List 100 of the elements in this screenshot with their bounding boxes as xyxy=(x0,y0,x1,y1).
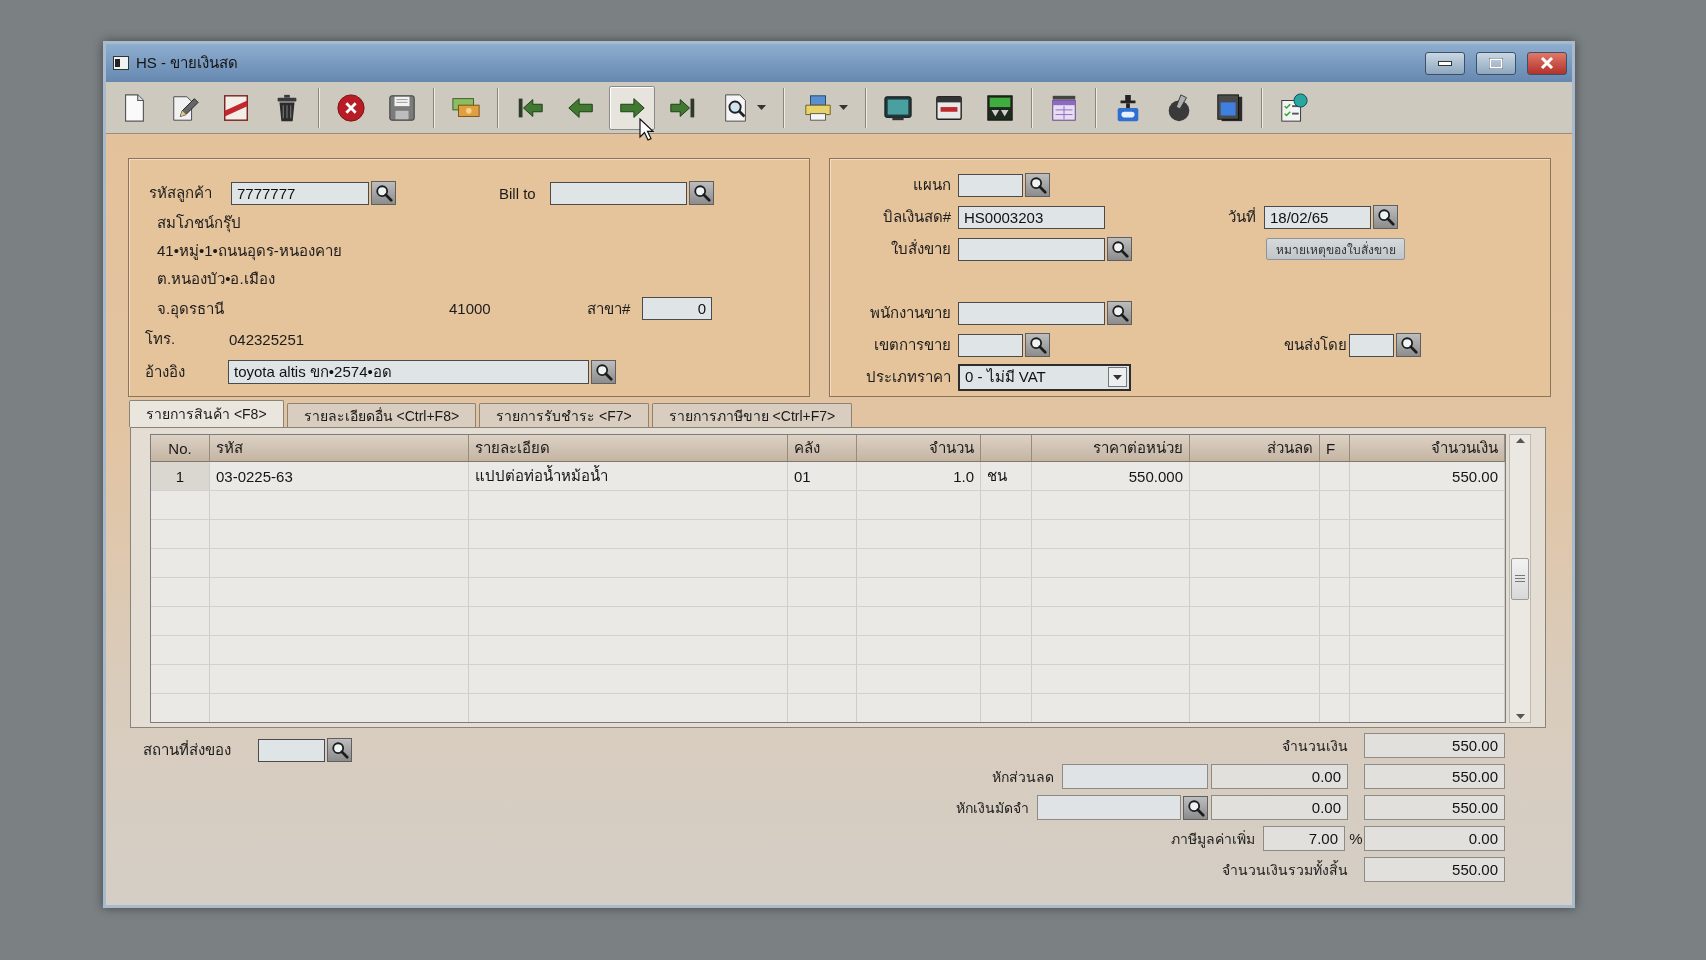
field-label: โทร. xyxy=(145,329,176,349)
search-button[interactable] xyxy=(1025,173,1050,197)
next-button[interactable] xyxy=(609,85,655,130)
minimize-button[interactable] xyxy=(1425,51,1465,75)
total-value: 550.00 xyxy=(1364,857,1505,882)
reference-field[interactable]: toyota altis ขก•2574•อด xyxy=(228,360,589,384)
search-button[interactable] xyxy=(1396,333,1421,357)
search-button[interactable] xyxy=(1183,795,1208,820)
total-value: 0.00 xyxy=(1364,826,1505,851)
dropdown-button[interactable] xyxy=(1108,367,1127,387)
field-label: บิลเงินสด# xyxy=(882,207,951,227)
table-cell: ชน xyxy=(981,462,1032,490)
delivery-place-field[interactable] xyxy=(258,738,325,762)
column-header: รายละเอียด xyxy=(469,435,788,461)
scroll-up-icon[interactable] xyxy=(1515,438,1525,443)
postcode: 41000 xyxy=(449,300,491,317)
cancel-icon xyxy=(336,92,366,123)
search-icon xyxy=(594,363,613,381)
total-label: จำนวนเงิน xyxy=(1282,736,1348,756)
search-icon xyxy=(692,184,711,202)
search-button[interactable] xyxy=(327,738,352,762)
address-line: จ.อุดรธานี xyxy=(157,298,225,321)
field-label: แผนก xyxy=(913,175,951,195)
salesperson-field[interactable] xyxy=(958,301,1105,325)
order-note-button[interactable]: หมายเหตุของใบสั่งขาย xyxy=(1266,238,1405,260)
scroll-down-icon[interactable] xyxy=(1515,714,1525,719)
deduction-input-field[interactable] xyxy=(1037,795,1181,820)
search-icon xyxy=(374,184,393,202)
field-label: อ้างอิง xyxy=(145,362,185,382)
bill-to-field[interactable] xyxy=(550,181,687,205)
crossed-out-document-icon xyxy=(221,92,251,123)
window-title: HS - ขายเงินสด xyxy=(136,53,239,73)
total-label: ภาษีมูลค่าเพิ่ม xyxy=(1171,829,1255,850)
shipping-field[interactable] xyxy=(1349,333,1394,357)
close-button[interactable] xyxy=(1527,51,1567,75)
scrollbar-thumb[interactable] xyxy=(1511,557,1529,600)
field-label: รหัสลูกค้า xyxy=(149,183,212,204)
grip-icon xyxy=(1515,575,1525,582)
column-header: รหัส xyxy=(210,435,469,461)
tab[interactable]: รายละเอียดอื่น <Ctrl+F8> xyxy=(286,403,477,427)
deduction-amount: 0.00 xyxy=(1211,764,1348,789)
field-label: วันที่ xyxy=(1228,206,1256,227)
field-label: ประเภทราคา xyxy=(866,367,951,387)
maximize-button[interactable] xyxy=(1476,51,1516,75)
address-line: 41•หมู่•1•ถนนอุดร-หนองคาย xyxy=(157,241,342,263)
maximize-icon xyxy=(1489,57,1503,69)
column-header: No. xyxy=(151,435,210,461)
table-cell: 01 xyxy=(788,462,857,490)
close-icon xyxy=(1540,57,1554,69)
department-field[interactable] xyxy=(958,173,1023,197)
sales-area-field[interactable] xyxy=(958,333,1023,357)
field-label: สาขา# xyxy=(587,298,631,319)
percent-sign: % xyxy=(1349,830,1363,847)
column-header: คลัง xyxy=(788,435,857,461)
search-button[interactable] xyxy=(1373,205,1398,229)
tab[interactable]: รายการภาษีขาย <Ctrl+F7> xyxy=(651,403,853,427)
customer-code-field[interactable]: 7777777 xyxy=(231,181,369,205)
column-header: จำนวน xyxy=(857,435,981,461)
field-label: Bill to xyxy=(499,184,536,202)
field-label: เขตการขาย xyxy=(874,335,951,355)
table-cell: แปปต่อท่อน้ำหม้อน้ำ xyxy=(469,462,788,490)
search-button[interactable] xyxy=(1107,301,1132,325)
table-cell: 1.0 xyxy=(857,462,981,490)
bill-number-field[interactable]: HS0003203 xyxy=(958,205,1105,229)
field-label: สถานที่ส่งของ xyxy=(143,739,231,760)
branch-field[interactable]: 0 xyxy=(642,297,712,320)
column-header: ราคาต่อหน่วย xyxy=(1032,435,1190,461)
search-icon xyxy=(1376,208,1395,226)
table-cell: 550.00 xyxy=(1350,462,1505,490)
search-button[interactable] xyxy=(591,360,616,384)
scrollbar[interactable] xyxy=(1509,434,1531,723)
tab[interactable]: รายการสินค้า <F8> xyxy=(129,400,284,427)
total-label: จำนวนเงินรวมทั้งสิ้น xyxy=(1222,859,1348,880)
search-icon xyxy=(1110,240,1129,258)
search-button[interactable] xyxy=(371,181,396,205)
total-label: หักเงินมัดจำ xyxy=(956,798,1029,818)
sales-order-field[interactable] xyxy=(958,237,1105,261)
total-value: 550.00 xyxy=(1364,733,1505,758)
field-label: พนักงานขาย xyxy=(870,303,951,323)
search-icon xyxy=(1028,176,1047,194)
caret-icon xyxy=(756,105,766,110)
vat-rate-field: 7.00 xyxy=(1263,826,1345,851)
column-header: จำนวนเงิน xyxy=(1350,435,1505,461)
tab[interactable]: รายการรับชำระ <F7> xyxy=(479,403,649,427)
field-label: ใบสั่งขาย xyxy=(891,238,951,259)
search-button[interactable] xyxy=(1025,333,1050,357)
table-cell: 03-0225-63 xyxy=(210,462,469,490)
caret-icon xyxy=(1113,374,1122,380)
deduction-input-field[interactable] xyxy=(1062,764,1208,789)
price-type-dropdown[interactable]: 0 - ไม่มี VAT xyxy=(958,363,1131,391)
minimize-icon xyxy=(1438,60,1452,66)
caret-icon xyxy=(838,105,848,110)
down-arrows-panel-icon xyxy=(985,92,1015,123)
search-button[interactable] xyxy=(1107,237,1132,261)
search-button[interactable] xyxy=(689,181,714,205)
search-icon xyxy=(330,741,349,759)
date-field[interactable]: 18/02/65 xyxy=(1264,205,1371,229)
stacked-documents-icon xyxy=(1215,92,1245,123)
save-icon xyxy=(387,92,417,123)
search-icon xyxy=(1028,336,1047,354)
